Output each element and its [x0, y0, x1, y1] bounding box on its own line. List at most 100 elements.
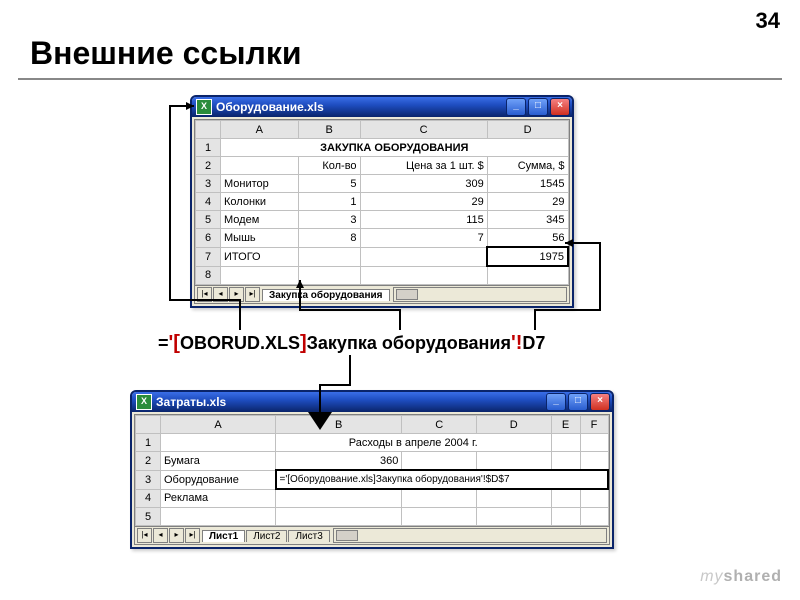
- cell[interactable]: 309: [360, 175, 487, 193]
- col-header[interactable]: D: [476, 416, 551, 434]
- row-header[interactable]: 4: [196, 193, 221, 211]
- cell[interactable]: 3: [298, 211, 360, 229]
- cell[interactable]: Цена за 1 шт. $: [360, 157, 487, 175]
- cell[interactable]: [276, 489, 402, 508]
- col-header-selected[interactable]: D: [487, 121, 568, 139]
- corner-cell[interactable]: [196, 121, 221, 139]
- active-cell[interactable]: 1975: [487, 247, 568, 266]
- cell[interactable]: [476, 452, 551, 471]
- cell[interactable]: Колонки: [221, 193, 299, 211]
- row-header[interactable]: 1: [136, 434, 161, 452]
- cell[interactable]: [402, 489, 477, 508]
- cell[interactable]: Кол-во: [298, 157, 360, 175]
- tab-nav-first[interactable]: |◂: [197, 287, 212, 302]
- horizontal-scrollbar[interactable]: [333, 528, 607, 543]
- cell[interactable]: Оборудование: [161, 470, 276, 489]
- col-header[interactable]: B: [298, 121, 360, 139]
- close-button[interactable]: ×: [590, 393, 610, 411]
- minimize-button[interactable]: _: [546, 393, 566, 411]
- minimize-button[interactable]: _: [506, 98, 526, 116]
- cell[interactable]: Сумма, $: [487, 157, 568, 175]
- cell[interactable]: 5: [298, 175, 360, 193]
- spreadsheet-2[interactable]: A B C D E F 1 Расходы в апреле 2004 г. 2…: [135, 415, 609, 526]
- cell[interactable]: [580, 452, 608, 471]
- cell[interactable]: 7: [360, 229, 487, 248]
- cell[interactable]: ИТОГО: [221, 247, 299, 266]
- cell[interactable]: [402, 452, 477, 471]
- cell[interactable]: [402, 508, 477, 526]
- col-header[interactable]: C: [360, 121, 487, 139]
- tab-nav-next[interactable]: ▸: [169, 528, 184, 543]
- cell[interactable]: [221, 157, 299, 175]
- cell[interactable]: [476, 508, 551, 526]
- cell[interactable]: Монитор: [221, 175, 299, 193]
- row-header[interactable]: 4: [136, 489, 161, 508]
- cell[interactable]: 29: [487, 193, 568, 211]
- cell[interactable]: [476, 489, 551, 508]
- col-header[interactable]: C: [402, 416, 477, 434]
- cell[interactable]: [298, 266, 360, 285]
- cell[interactable]: 1: [298, 193, 360, 211]
- cell[interactable]: 345: [487, 211, 568, 229]
- cell[interactable]: 56: [487, 229, 568, 248]
- spreadsheet-1[interactable]: A B C D 1 ЗАКУПКА ОБОРУДОВАНИЯ 2 Кол-во …: [195, 120, 569, 285]
- cell[interactable]: [487, 266, 568, 285]
- cell[interactable]: [551, 489, 580, 508]
- row-header[interactable]: 2: [196, 157, 221, 175]
- cell[interactable]: [161, 434, 276, 452]
- cell[interactable]: 360: [276, 452, 402, 471]
- cell[interactable]: [276, 508, 402, 526]
- horizontal-scrollbar[interactable]: [393, 287, 567, 302]
- cell[interactable]: [298, 247, 360, 266]
- col-header[interactable]: A: [161, 416, 276, 434]
- formula-cell[interactable]: ='[Оборудование.xls]Закупка оборудования…: [276, 470, 609, 489]
- row-header[interactable]: 3: [136, 470, 161, 489]
- cell[interactable]: Бумага: [161, 452, 276, 471]
- sheet-tab[interactable]: Лист3: [288, 530, 329, 542]
- row-header[interactable]: 3: [196, 175, 221, 193]
- cell[interactable]: [580, 434, 608, 452]
- row-header[interactable]: 8: [196, 266, 221, 285]
- cell[interactable]: Мышь: [221, 229, 299, 248]
- cell[interactable]: [360, 266, 487, 285]
- cell[interactable]: 115: [360, 211, 487, 229]
- row-header[interactable]: 2: [136, 452, 161, 471]
- tab-nav-prev[interactable]: ◂: [213, 287, 228, 302]
- row-header[interactable]: 6: [196, 229, 221, 248]
- sheet-tab[interactable]: Лист1: [202, 530, 245, 542]
- tab-nav-prev[interactable]: ◂: [153, 528, 168, 543]
- sheet-tab[interactable]: Лист2: [246, 530, 287, 542]
- tab-nav-last[interactable]: ▸|: [245, 287, 260, 302]
- cell[interactable]: [221, 266, 299, 285]
- close-button[interactable]: ×: [550, 98, 570, 116]
- maximize-button[interactable]: □: [568, 393, 588, 411]
- row-header[interactable]: 1: [196, 139, 221, 157]
- col-header[interactable]: F: [580, 416, 608, 434]
- cell[interactable]: 8: [298, 229, 360, 248]
- col-header[interactable]: A: [221, 121, 299, 139]
- cell[interactable]: Реклама: [161, 489, 276, 508]
- cell[interactable]: 1545: [487, 175, 568, 193]
- row-header[interactable]: 5: [136, 508, 161, 526]
- cell[interactable]: [580, 508, 608, 526]
- row-header[interactable]: 7: [196, 247, 221, 266]
- cell[interactable]: [551, 452, 580, 471]
- col-header[interactable]: E: [551, 416, 580, 434]
- cell[interactable]: ЗАКУПКА ОБОРУДОВАНИЯ: [221, 139, 569, 157]
- cell[interactable]: [551, 508, 580, 526]
- tab-nav-next[interactable]: ▸: [229, 287, 244, 302]
- col-header[interactable]: B: [276, 416, 402, 434]
- cell[interactable]: Расходы в апреле 2004 г.: [276, 434, 552, 452]
- tab-nav-first[interactable]: |◂: [137, 528, 152, 543]
- row-header[interactable]: 5: [196, 211, 221, 229]
- cell[interactable]: Модем: [221, 211, 299, 229]
- cell[interactable]: [551, 434, 580, 452]
- cell[interactable]: 29: [360, 193, 487, 211]
- tab-nav-last[interactable]: ▸|: [185, 528, 200, 543]
- cell[interactable]: [360, 247, 487, 266]
- cell[interactable]: [161, 508, 276, 526]
- maximize-button[interactable]: □: [528, 98, 548, 116]
- corner-cell[interactable]: [136, 416, 161, 434]
- cell[interactable]: [580, 489, 608, 508]
- sheet-tab[interactable]: Закупка оборудования: [262, 289, 390, 301]
